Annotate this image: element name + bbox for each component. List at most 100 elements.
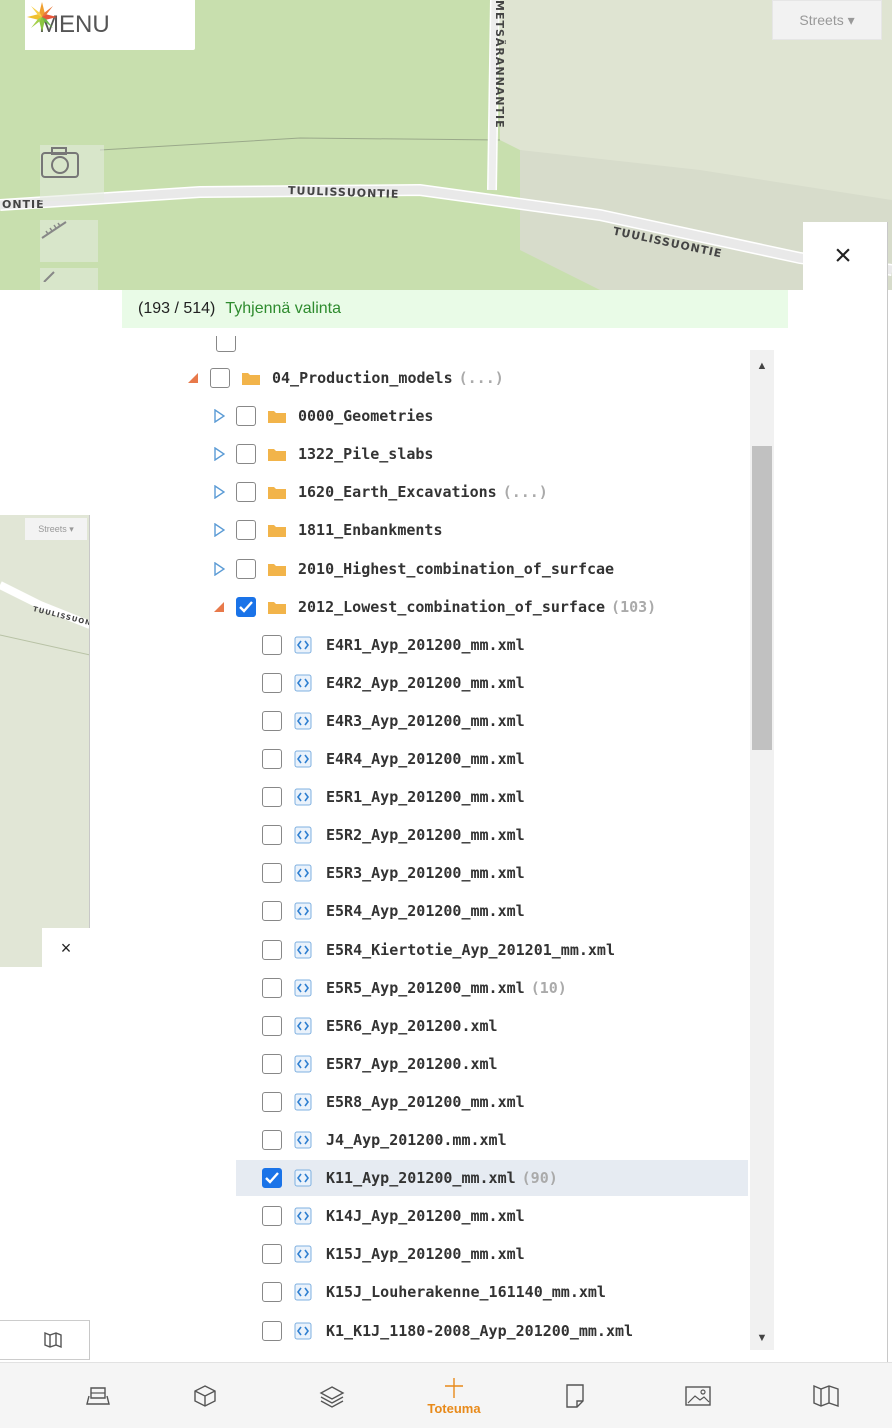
tree-checkbox[interactable] (262, 1015, 282, 1036)
tree-folder-row[interactable]: 2012_Lowest_combination_of_surface (103) (120, 589, 750, 625)
tree-item-label: E5R5_Ayp_201200_mm.xml (326, 978, 525, 997)
checkmark-icon (239, 600, 253, 613)
tree-item-label: E5R2_Ayp_201200_mm.xml (326, 826, 525, 845)
tree-file-row[interactable]: E5R2_Ayp_201200_mm.xml (120, 817, 750, 853)
tree-item-label: E5R4_Ayp_201200_mm.xml (326, 902, 525, 921)
tree-checkbox[interactable] (236, 596, 256, 617)
tree-file-row[interactable]: E5R8_Ayp_201200_mm.xml (120, 1084, 750, 1120)
tree-checkbox[interactable] (236, 406, 256, 427)
tree-checkbox[interactable] (262, 1282, 282, 1303)
tree-checkbox[interactable] (216, 336, 236, 352)
collapse-triangle-icon[interactable] (186, 371, 200, 385)
measure-button[interactable] (40, 220, 98, 262)
tree-checkbox[interactable] (262, 863, 282, 884)
expand-triangle-icon[interactable] (212, 409, 226, 424)
scroll-up-arrow-icon[interactable]: ▲ (750, 358, 774, 374)
tree-item-label: E4R1_Ayp_201200_mm.xml (326, 635, 525, 654)
map-panels-icon[interactable] (43, 1331, 63, 1349)
tree-folder-row[interactable]: 04_Production_models (...) (120, 360, 750, 396)
tree-file-row[interactable]: E4R3_Ayp_201200_mm.xml (120, 703, 750, 739)
clear-selection-link[interactable]: Tyhjennä valinta (225, 300, 341, 318)
background-close-button[interactable]: × (42, 928, 90, 968)
tree-checkbox[interactable] (262, 977, 282, 998)
tree-checkbox[interactable] (262, 825, 282, 846)
map-view[interactable]: METSÄRANNANTIE TUULISSUONTIE TUULISSUONT… (0, 0, 892, 290)
tree-checkbox[interactable] (262, 901, 282, 922)
tree-item-count: (10) (530, 978, 567, 997)
tree-checkbox[interactable] (236, 444, 256, 465)
tree-checkbox[interactable] (262, 634, 282, 655)
panel-close-button[interactable]: × (803, 222, 883, 290)
nav-item-notes[interactable] (535, 1363, 615, 1428)
tree-checkbox[interactable] (236, 482, 256, 503)
scroll-thumb[interactable] (752, 446, 772, 750)
nav-item-layers[interactable] (292, 1363, 372, 1428)
collapse-triangle-icon[interactable] (212, 600, 226, 614)
road-label-vertical: METSÄRANNANTIE (493, 0, 506, 129)
tree-file-row[interactable]: E4R4_Ayp_201200_mm.xml (120, 741, 750, 777)
nav-item-images[interactable] (658, 1363, 738, 1428)
tree-checkbox[interactable] (262, 1130, 282, 1150)
expand-triangle-icon[interactable] (212, 561, 226, 576)
tree-checkbox[interactable] (262, 1053, 282, 1074)
tree-file-row[interactable]: K11_Ayp_201200_mm.xml (90) (236, 1160, 748, 1197)
xml-file-icon (294, 1093, 312, 1111)
background-basemap-select[interactable]: Streets ▾ (25, 518, 87, 540)
tree-file-row[interactable]: K15J_Ayp_201200_mm.xml (120, 1236, 750, 1272)
tree-checkbox[interactable] (262, 1206, 282, 1227)
tree-folder-row[interactable]: 0000_Geometries (120, 398, 750, 434)
tree-checkbox[interactable] (262, 749, 282, 769)
tree-checkbox[interactable] (262, 787, 282, 808)
tree-checkbox[interactable] (236, 558, 256, 579)
xml-file-icon (294, 712, 312, 730)
tree-checkbox[interactable] (262, 1091, 282, 1112)
nav-item-toteuma[interactable]: Toteuma (414, 1363, 494, 1428)
nav-item-basemaps[interactable] (58, 1363, 138, 1428)
expand-triangle-icon[interactable] (212, 485, 226, 500)
camera-button[interactable] (40, 145, 104, 201)
tree-folder-row[interactable]: 1620_Earth_Excavations (...) (120, 474, 750, 510)
tree-checkbox[interactable] (262, 1168, 282, 1189)
nav-item-map-views[interactable] (786, 1363, 866, 1428)
tree-file-row[interactable]: E4R2_Ayp_201200_mm.xml (120, 665, 750, 701)
tree-scrollbar[interactable]: ▲ ▼ (750, 350, 774, 1350)
tree-file-row[interactable]: E5R7_Ayp_201200.xml (120, 1046, 750, 1082)
nav-item-3d-models[interactable] (165, 1363, 245, 1428)
tree-item-label: K14J_Ayp_201200_mm.xml (326, 1207, 525, 1226)
tree-item-label: E5R1_Ayp_201200_mm.xml (326, 788, 525, 807)
tree-checkbox[interactable] (262, 1320, 282, 1341)
basemap-select[interactable]: Streets ▾ (772, 0, 882, 40)
tree-checkbox[interactable] (262, 1244, 282, 1265)
tree-checkbox[interactable] (262, 710, 282, 731)
tree-file-row[interactable]: E5R6_Ayp_201200.xml (120, 1008, 750, 1044)
model-tree[interactable]: 04_Production_models (...) 0000_Geometries… (120, 336, 750, 1351)
tree-checkbox[interactable] (210, 368, 230, 388)
tree-file-row[interactable]: K1_K1J_1180-2008_Ayp_201200_mm.xml (120, 1313, 750, 1349)
xml-file-icon (294, 788, 312, 806)
tree-file-row[interactable]: E5R5_Ayp_201200_mm.xml (10) (120, 970, 750, 1006)
tree-item-count: (90) (521, 1169, 558, 1188)
tree-checkbox[interactable] (262, 672, 282, 693)
tree-folder-row[interactable]: 2010_Highest_combination_of_surfcae (120, 551, 750, 587)
draw-button[interactable] (40, 268, 98, 290)
layers-map-icon (86, 1387, 110, 1405)
tree-checkbox[interactable] (236, 520, 256, 541)
scroll-down-arrow-icon[interactable]: ▼ (750, 1330, 774, 1346)
tree-item-count: (...) (502, 483, 548, 502)
tree-file-row[interactable]: J4_Ayp_201200.mm.xml (120, 1122, 750, 1158)
menu-button[interactable]: MENU (25, 0, 195, 50)
tree-file-row[interactable]: K14J_Ayp_201200_mm.xml (120, 1198, 750, 1234)
tree-checkbox[interactable] (262, 939, 282, 960)
tree-file-row[interactable]: E4R1_Ayp_201200_mm.xml (120, 627, 750, 663)
tree-folder-row[interactable]: 1322_Pile_slabs (120, 436, 750, 472)
tree-file-row[interactable]: E5R1_Ayp_201200_mm.xml (120, 779, 750, 815)
tree-file-row[interactable]: E5R4_Kiertotie_Ayp_201201_mm.xml (120, 932, 750, 968)
tree-file-row[interactable]: E5R3_Ayp_201200_mm.xml (120, 855, 750, 891)
tree-file-row[interactable]: K15J_Louherakenne_161140_mm.xml (120, 1274, 750, 1310)
tree-folder-row[interactable]: 1811_Enbankments (120, 512, 750, 548)
expand-triangle-icon[interactable] (212, 447, 226, 462)
tree-file-row[interactable]: E5R4_Ayp_201200_mm.xml (120, 893, 750, 929)
expand-triangle-icon[interactable] (212, 523, 226, 538)
xml-file-icon (294, 1245, 312, 1263)
xml-file-icon (294, 902, 312, 920)
